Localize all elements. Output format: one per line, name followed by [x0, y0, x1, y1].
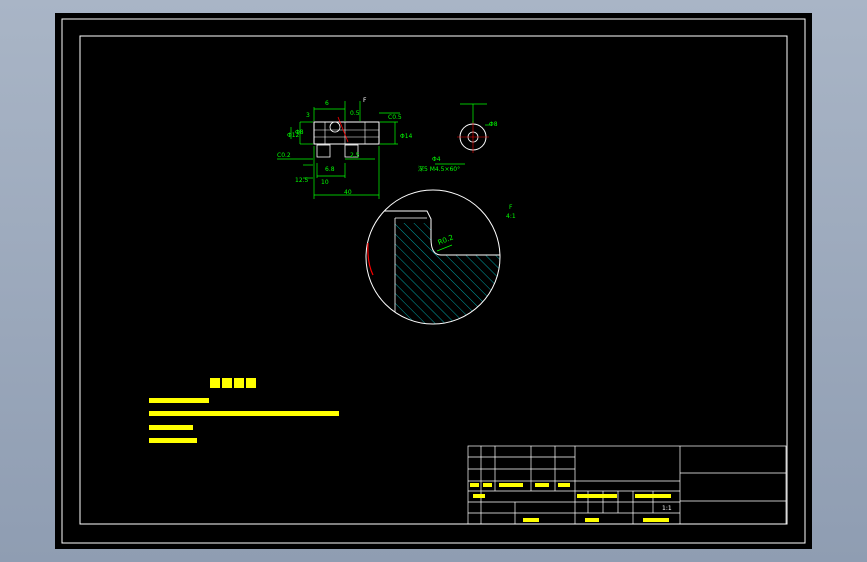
detail-label: F	[509, 204, 513, 211]
dimension-lines	[277, 101, 400, 199]
drawing-sheet: 6 0.5 C0.5 Φ12 Φ8 C0.2 Φ14 2.5 6.8 10 12…	[55, 13, 812, 549]
tech-notes-marks	[149, 398, 339, 443]
side-note: 深5 M4.5×60°	[418, 165, 460, 173]
detail-view: R0.2 F 4:1	[365, 189, 516, 325]
dim-top-small: 0.5	[350, 110, 360, 117]
dim-left-chamfer: C0.2	[277, 152, 291, 159]
cad-drawing: 6 0.5 C0.5 Φ12 Φ8 C0.2 Φ14 2.5 6.8 10 12…	[61, 18, 806, 544]
dim-small-r: 3	[306, 112, 310, 119]
dim-bot: 10	[321, 179, 329, 186]
dim-overall: 40	[344, 189, 352, 196]
technical-requirements	[149, 378, 339, 443]
dim-top: 6	[325, 100, 329, 107]
side-dimension-lines	[435, 103, 491, 165]
break-mark	[367, 242, 374, 276]
cross-hole	[329, 121, 341, 133]
detail-scale: 4:1	[506, 213, 516, 220]
dim-right-dia: Φ14	[400, 133, 413, 140]
dim-chamfer: C0.5	[388, 114, 402, 121]
dim-left-dia2: Φ8	[295, 129, 304, 136]
title-block-label-marks	[470, 483, 671, 522]
dim-bot-small: 6.8	[325, 166, 335, 173]
dim-bot-left: 12.5	[295, 177, 309, 184]
side-dia: Φ8	[489, 121, 498, 128]
section-mark: F	[363, 97, 367, 104]
part-body	[313, 121, 380, 145]
tech-title-mark	[210, 378, 256, 388]
side-hole-dia: Φ4	[432, 156, 441, 163]
dim-mid: 2.5	[350, 152, 360, 159]
main-view: 6 0.5 C0.5 Φ12 Φ8 C0.2 Φ14 2.5 6.8 10 12…	[277, 97, 413, 199]
side-view: Φ8 Φ4 深5 M4.5×60°	[418, 103, 498, 173]
scale-value: 1:1	[662, 505, 672, 512]
